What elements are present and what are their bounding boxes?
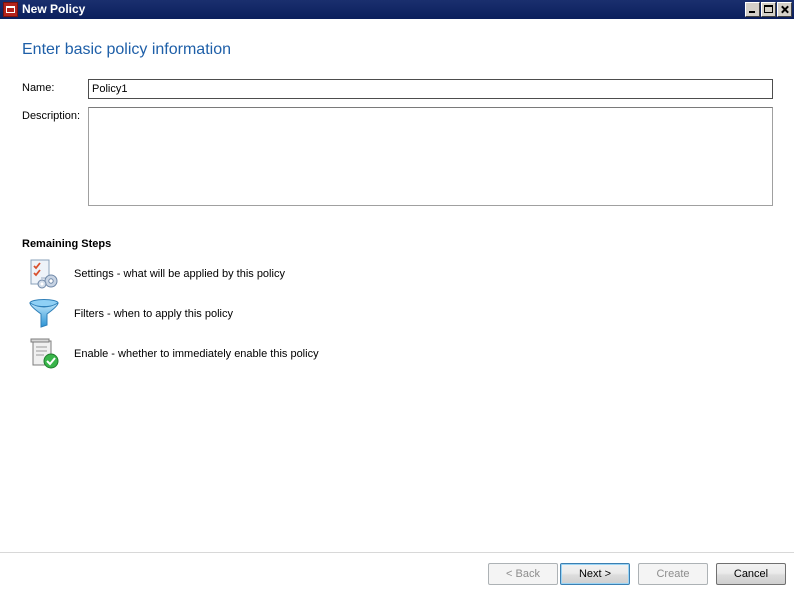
- footer-divider: [0, 552, 794, 553]
- step-settings: Settings - what will be applied by this …: [27, 257, 285, 291]
- window-controls: [744, 2, 792, 17]
- window-title: New Policy: [22, 2, 86, 16]
- step-label: Settings - what will be applied by this …: [74, 268, 285, 280]
- remaining-steps-title: Remaining Steps: [22, 238, 112, 250]
- settings-checklist-icon: [27, 257, 61, 291]
- next-button[interactable]: Next >: [560, 563, 630, 585]
- step-filters: Filters - when to apply this policy: [27, 297, 233, 331]
- create-button[interactable]: Create: [638, 563, 708, 585]
- name-field[interactable]: [88, 79, 773, 99]
- enable-checkmark-icon: [27, 337, 61, 371]
- back-button[interactable]: < Back: [488, 563, 558, 585]
- maximize-icon[interactable]: [761, 2, 776, 17]
- cancel-button[interactable]: Cancel: [716, 563, 786, 585]
- step-label: Filters - when to apply this policy: [74, 308, 233, 320]
- app-icon: [3, 2, 18, 17]
- minimize-icon[interactable]: [745, 2, 760, 17]
- description-label: Description:: [22, 110, 81, 122]
- close-icon[interactable]: [777, 2, 792, 17]
- name-label: Name:: [22, 82, 55, 94]
- new-policy-window: New Policy Enter basic policy informatio…: [0, 0, 794, 594]
- funnel-filter-icon: [27, 297, 61, 331]
- step-label: Enable - whether to immediately enable t…: [74, 348, 319, 360]
- description-field[interactable]: [88, 107, 773, 206]
- title-bar[interactable]: New Policy: [0, 0, 794, 19]
- step-enable: Enable - whether to immediately enable t…: [27, 337, 319, 371]
- page-title: Enter basic policy information: [22, 41, 231, 58]
